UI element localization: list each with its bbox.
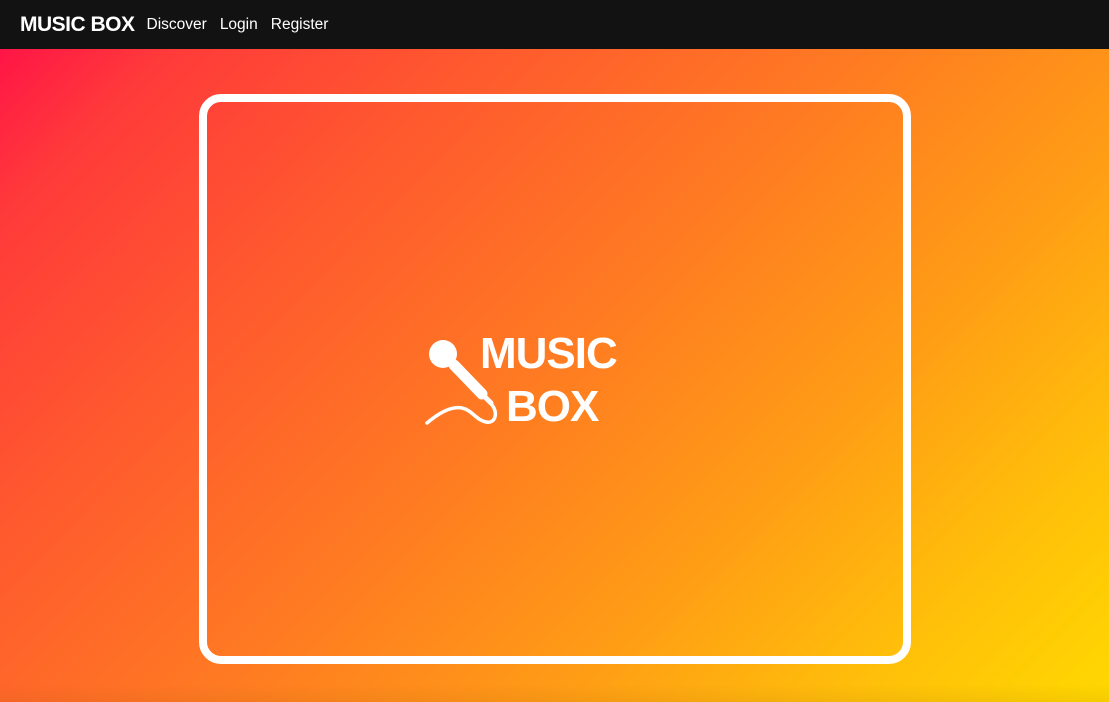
hero-logo: MUSIC BOX <box>424 329 634 431</box>
nav-link-login[interactable]: Login <box>220 16 258 34</box>
top-navbar: MUSIC BOX Discover Login Register <box>0 0 1109 49</box>
logo-text-music: MUSIC <box>480 329 618 378</box>
nav-link-register[interactable]: Register <box>271 16 329 34</box>
logo-text-box: BOX <box>506 382 599 431</box>
page: MUSIC BOX Discover Login Register MUSIC … <box>0 0 1109 702</box>
bottom-shade <box>0 684 1109 702</box>
nav-link-discover[interactable]: Discover <box>147 16 207 34</box>
brand-link[interactable]: MUSIC BOX <box>20 13 135 37</box>
